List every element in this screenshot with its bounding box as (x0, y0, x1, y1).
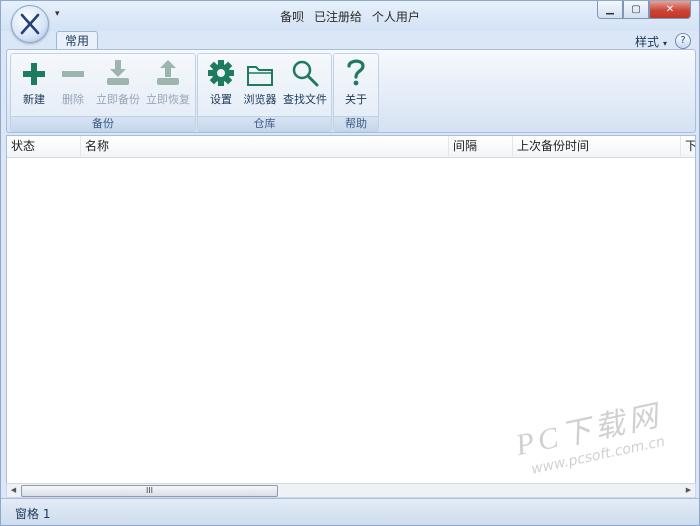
settings-button[interactable]: 设置 (204, 57, 238, 109)
help-icon[interactable]: ? (675, 33, 691, 49)
ribbon-tab-row: 常用 样式 ▾ ? (1, 31, 699, 50)
new-button-label: 新建 (23, 93, 45, 106)
style-menu[interactable]: 样式 ▾ (635, 33, 667, 50)
ribbon-group-repository: 设置 浏览器 查找文件 仓库 (197, 53, 332, 132)
backup-now-button[interactable]: 立即备份 (95, 57, 141, 109)
search-icon (292, 60, 319, 87)
ribbon-group-help: 关于 帮助 (333, 53, 379, 132)
column-status[interactable]: 状态 (7, 136, 81, 157)
tab-common[interactable]: 常用 (56, 31, 98, 50)
column-last-backup-time[interactable]: 上次备份时间 (513, 136, 681, 157)
minimize-icon: ▁ (606, 4, 614, 15)
about-label: 关于 (345, 93, 367, 106)
horizontal-scrollbar[interactable]: ◀ III ▶ (6, 483, 696, 498)
maximize-icon: ▢ (631, 4, 641, 15)
backup-list[interactable]: 状态 名称 间隔 上次备份时间 下 (6, 135, 696, 485)
browser-button[interactable]: 浏览器 (240, 57, 280, 109)
app-window: ▾ 备呗 已注册给 个人用户 ▁ ▢ ✕ 常用 样式 ▾ ? 新建 删除 立即备… (0, 0, 700, 526)
ribbon: 新建 删除 立即备份 立即恢复 备份 设置 浏览器 查找文件 仓库 关于 帮助 (6, 49, 696, 133)
upload-icon (157, 60, 179, 85)
folder-icon (247, 66, 273, 86)
scroll-left-icon[interactable]: ◀ (7, 484, 20, 497)
scroll-right-icon[interactable]: ▶ (682, 484, 695, 497)
title-user: 个人用户 (371, 10, 420, 24)
status-bar: 窗格 1 (1, 498, 699, 525)
restore-now-button[interactable]: 立即恢复 (145, 57, 191, 109)
maximize-button[interactable]: ▢ (623, 1, 649, 19)
delete-button[interactable]: 删除 (55, 57, 91, 109)
delete-button-label: 删除 (62, 93, 84, 106)
group-label-backup: 备份 (11, 116, 195, 131)
minus-icon (62, 71, 84, 77)
title-bar[interactable]: ▾ 备呗 已注册给 个人用户 ▁ ▢ ✕ (1, 1, 699, 31)
close-icon: ✕ (665, 4, 675, 15)
backup-now-label: 立即备份 (96, 93, 140, 106)
ribbon-group-backup: 新建 删除 立即备份 立即恢复 备份 (10, 53, 196, 132)
find-file-label: 查找文件 (283, 93, 327, 106)
restore-now-label: 立即恢复 (146, 93, 190, 106)
gear-icon (208, 60, 234, 86)
title-registered: 已注册给 (313, 10, 362, 24)
column-interval[interactable]: 间隔 (449, 136, 513, 157)
chevron-down-icon: ▾ (662, 39, 667, 48)
minimize-button[interactable]: ▁ (597, 1, 623, 19)
app-logo-icon (20, 13, 40, 35)
settings-label: 设置 (210, 93, 232, 106)
title-app-name: 备呗 (280, 10, 305, 24)
browser-label: 浏览器 (243, 93, 277, 106)
column-next[interactable]: 下 (681, 136, 695, 157)
window-title: 备呗 已注册给 个人用户 (1, 8, 699, 25)
question-icon (347, 59, 365, 86)
app-menu-orb[interactable] (11, 5, 49, 43)
new-button[interactable]: 新建 (15, 57, 53, 109)
group-label-help: 帮助 (334, 116, 378, 131)
close-button[interactable]: ✕ (649, 1, 691, 19)
plus-icon (23, 63, 45, 85)
group-label-repository: 仓库 (198, 116, 331, 131)
scroll-thumb[interactable]: III (21, 485, 278, 497)
window-controls: ▁ ▢ ✕ (597, 1, 691, 19)
column-name[interactable]: 名称 (81, 136, 449, 157)
status-pane-text: 窗格 1 (15, 507, 51, 521)
about-button[interactable]: 关于 (338, 57, 374, 109)
list-column-header: 状态 名称 间隔 上次备份时间 下 (7, 136, 695, 158)
download-icon (107, 60, 129, 85)
style-menu-label: 样式 (634, 35, 659, 49)
find-file-button[interactable]: 查找文件 (282, 57, 328, 109)
